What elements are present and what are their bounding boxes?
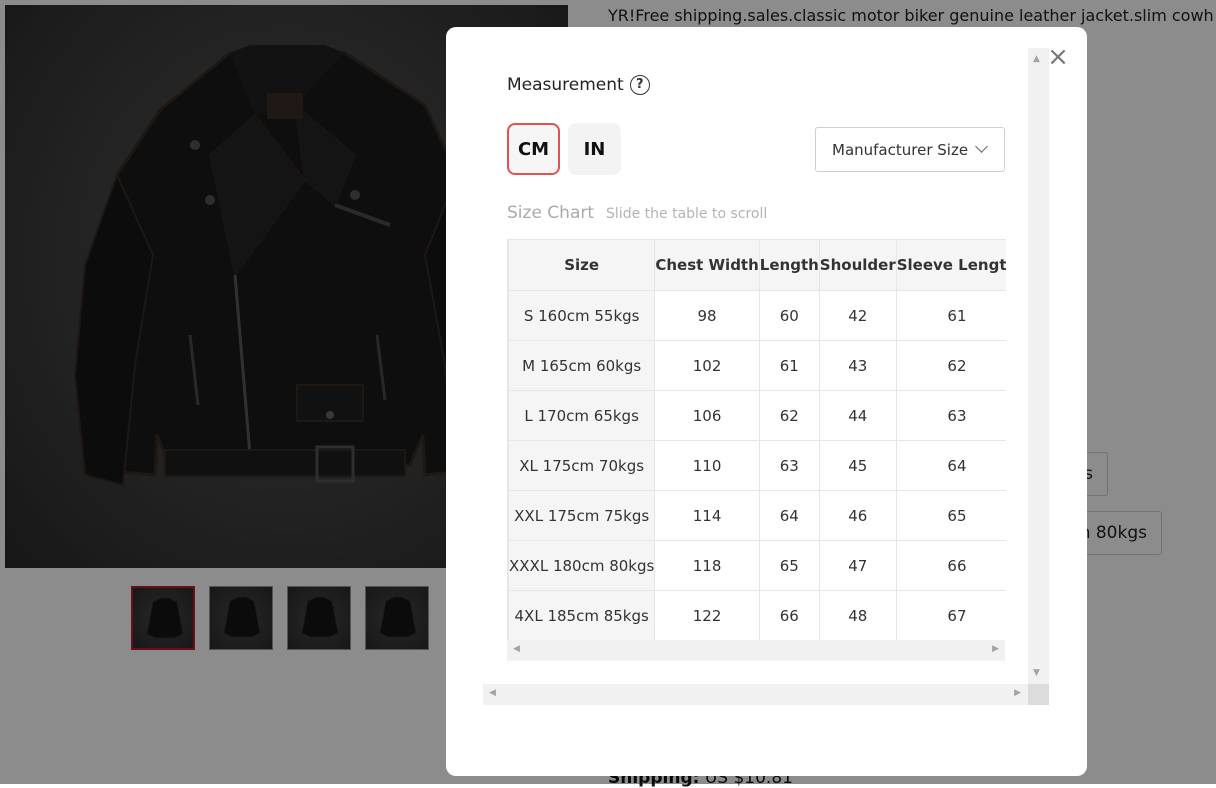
measurement-heading: Measurement ? xyxy=(507,75,650,95)
size-chart-hint: Slide the table to scroll xyxy=(606,206,768,222)
unit-cm-button[interactable]: CM xyxy=(507,123,560,175)
table-scroll-left-arrow-icon[interactable]: ◀ xyxy=(513,644,520,654)
table-cell: 118 xyxy=(654,540,760,591)
table-row: XL 175cm 70kgs 110 63 45 64 xyxy=(508,440,1006,491)
table-cell: 98 xyxy=(654,290,760,341)
table-header-row: Size Chest Width Length Shoulder Sleeve … xyxy=(508,239,1006,291)
table-cell: 46 xyxy=(818,490,897,541)
column-header-sleeve-length: Sleeve Length xyxy=(895,239,1006,291)
table-cell: 47 xyxy=(818,540,897,591)
scroll-up-arrow-icon[interactable]: ▲ xyxy=(1033,54,1040,64)
table-cell: 42 xyxy=(818,290,897,341)
table-cell: 60 xyxy=(758,290,820,341)
size-cell: XXXL 180cm 80kgs xyxy=(508,540,656,591)
table-cell: 48 xyxy=(818,590,897,640)
table-scroll-right-arrow-icon[interactable]: ▶ xyxy=(992,644,999,654)
close-icon[interactable]: × xyxy=(1046,44,1070,70)
table-row: XXXL 180cm 80kgs 118 65 47 66 xyxy=(508,540,1006,591)
size-chart-title: Size Chart xyxy=(507,203,595,223)
scroll-left-arrow-icon[interactable]: ◀ xyxy=(489,688,496,698)
size-chart-modal: × ▲ ▼ ◀ ▶ Measurement ? CM IN Manufactur… xyxy=(446,27,1087,776)
table-cell: 44 xyxy=(818,390,897,441)
size-cell: XL 175cm 70kgs xyxy=(508,440,656,491)
table-cell: 110 xyxy=(654,440,760,491)
table-cell: 61 xyxy=(758,340,820,391)
size-cell: XXL 175cm 75kgs xyxy=(508,490,656,541)
scrollbar-corner xyxy=(1028,684,1049,705)
size-cell: 4XL 185cm 85kgs xyxy=(508,590,656,640)
table-cell: 65 xyxy=(758,540,820,591)
table-row: S 160cm 55kgs 98 60 42 61 xyxy=(508,290,1006,341)
size-chart-table-container[interactable]: Size Chest Width Length Shoulder Sleeve … xyxy=(507,239,1006,640)
table-cell: 65 xyxy=(895,490,1006,541)
table-row: 4XL 185cm 85kgs 122 66 48 67 xyxy=(508,590,1006,640)
table-cell: 66 xyxy=(758,590,820,640)
table-cell: 62 xyxy=(758,390,820,441)
vertical-scrollbar[interactable]: ▲ ▼ xyxy=(1028,48,1049,684)
table-cell: 64 xyxy=(895,440,1006,491)
table-cell: 45 xyxy=(818,440,897,491)
help-icon[interactable]: ? xyxy=(629,75,650,95)
table-cell: 61 xyxy=(895,290,1006,341)
column-header-shoulder: Shoulder xyxy=(818,239,897,291)
size-type-value: Manufacturer Size xyxy=(832,140,969,159)
size-cell: M 165cm 60kgs xyxy=(508,340,656,391)
table-row: XXL 175cm 75kgs 114 64 46 65 xyxy=(508,490,1006,541)
table-cell: 63 xyxy=(895,390,1006,441)
table-cell: 122 xyxy=(654,590,760,640)
table-row: L 170cm 65kgs 106 62 44 63 xyxy=(508,390,1006,441)
table-horizontal-scrollbar[interactable]: ◀ ▶ xyxy=(507,640,1005,661)
chevron-down-icon xyxy=(975,140,988,153)
table-row: M 165cm 60kgs 102 61 43 62 xyxy=(508,340,1006,391)
horizontal-scrollbar[interactable]: ◀ ▶ xyxy=(483,684,1049,705)
measurement-title: Measurement xyxy=(507,75,624,95)
unit-in-button[interactable]: IN xyxy=(568,123,621,175)
table-cell: 67 xyxy=(895,590,1006,640)
size-cell: L 170cm 65kgs xyxy=(508,390,656,441)
size-chart-header: Size Chart Slide the table to scroll xyxy=(507,203,767,223)
table-cell: 66 xyxy=(895,540,1006,591)
column-header-chest-width: Chest Width xyxy=(654,239,760,291)
size-chart-table: Size Chest Width Length Shoulder Sleeve … xyxy=(508,239,1006,640)
scroll-right-arrow-icon[interactable]: ▶ xyxy=(1014,688,1021,698)
table-cell: 43 xyxy=(818,340,897,391)
table-cell: 114 xyxy=(654,490,760,541)
table-cell: 63 xyxy=(758,440,820,491)
table-cell: 102 xyxy=(654,340,760,391)
table-cell: 64 xyxy=(758,490,820,541)
size-cell: S 160cm 55kgs xyxy=(508,290,656,341)
table-cell: 62 xyxy=(895,340,1006,391)
column-header-length: Length xyxy=(758,239,820,291)
scroll-down-arrow-icon[interactable]: ▼ xyxy=(1033,668,1040,678)
table-cell: 106 xyxy=(654,390,760,441)
size-type-select[interactable]: Manufacturer Size xyxy=(815,127,1005,172)
column-header-size: Size xyxy=(508,239,656,291)
